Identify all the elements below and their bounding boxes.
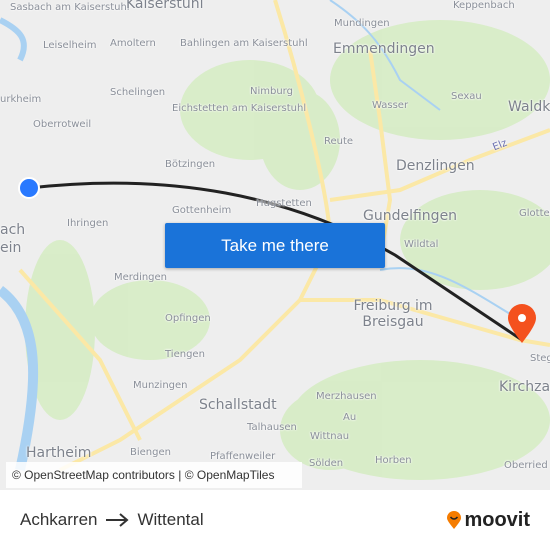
map-label: Wasser (372, 100, 409, 111)
footer: Achkarren Wittental moovit (0, 490, 550, 550)
map-label: urkheim (0, 94, 42, 105)
map-label: Gundelfingen (363, 208, 458, 224)
map-label: Kirchzar (499, 379, 550, 395)
map-label: Kaiserstuhl (126, 0, 204, 12)
moovit-pin-icon (447, 511, 462, 529)
map-label: Au (343, 412, 357, 423)
map-label: Eichstetten am Kaiserstuhl (172, 103, 307, 114)
map-label: Talhausen (247, 422, 297, 433)
map-label: Hugstetten (256, 198, 312, 209)
origin-marker (18, 177, 40, 199)
map-label: Reute (324, 136, 354, 147)
map-label: Schallstadt (199, 397, 277, 413)
moovit-logo: moovit (446, 509, 530, 532)
map-label: Mundingen (334, 18, 390, 29)
map-label: Gottenheim (172, 205, 232, 216)
map-label: Emmendingen (333, 41, 435, 57)
map-label: Opfingen (165, 313, 211, 324)
map-label: Leiselheim (43, 40, 97, 51)
map-label: Sasbach am Kaiserstuhl (10, 2, 130, 13)
map-label: ach (0, 222, 26, 238)
map-label: Horben (375, 455, 412, 466)
map-label: Bahlingen am Kaiserstuhl (180, 38, 308, 49)
map-label: Denzlingen (396, 158, 475, 174)
map-label: Sölden (309, 458, 344, 469)
map-label: Munzingen (133, 380, 188, 391)
origin-name: Achkarren (20, 510, 98, 529)
map-label: Wittnau (310, 431, 350, 442)
route-title: Achkarren Wittental (20, 510, 204, 530)
map-label: Amoltern (110, 38, 156, 49)
map-label: Oberried (504, 460, 548, 471)
map-label: Freiburg im Breisgau (353, 298, 433, 330)
map-attribution[interactable]: © OpenStreetMap contributors | © OpenMap… (6, 462, 302, 488)
take-me-there-button[interactable]: Take me there (165, 223, 385, 268)
map-label: Merdingen (114, 272, 168, 283)
map-label: Sexau (451, 91, 482, 102)
map-label: Steg (530, 353, 550, 364)
map-label: Bötzingen (165, 159, 216, 170)
map-label: Nimburg (250, 86, 293, 97)
map-label: Biengen (130, 447, 171, 458)
destination-name: Wittental (137, 510, 204, 529)
map-label: Schelingen (110, 87, 166, 98)
map-label: Waldk (508, 99, 550, 115)
arrow-right-icon (106, 513, 130, 527)
map-label: Wildtal (404, 239, 439, 250)
map-label: Glotter (519, 208, 550, 219)
brand-name: moovit (464, 508, 530, 531)
map[interactable]: Sasbach am Kaiserstuhl Kaiserstuhl Leise… (0, 0, 550, 490)
map-label: Keppenbach (453, 0, 515, 11)
map-label: Tiengen (165, 349, 205, 360)
map-label: Ihringen (67, 218, 109, 229)
map-label: Oberrotweil (33, 119, 92, 130)
map-label: Merzhausen (316, 391, 377, 402)
map-label: Hartheim (26, 445, 92, 461)
map-label: ein (0, 240, 22, 256)
